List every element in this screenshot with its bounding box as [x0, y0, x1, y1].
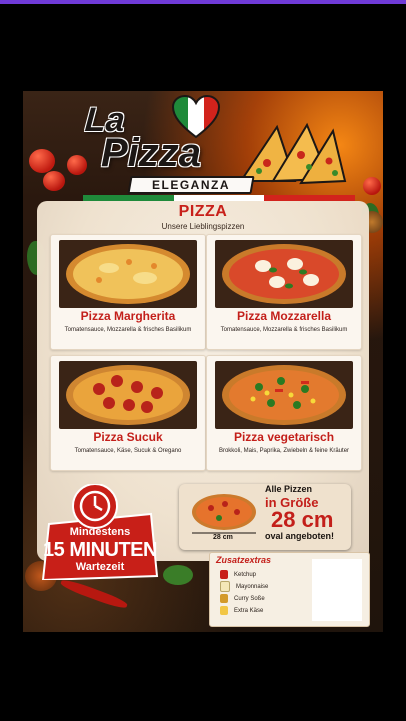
section-subtitle: Unsere Lieblingspizzen — [161, 222, 245, 231]
menu-card[interactable]: Pizza Margherita Tomatensauce, Mozzarell… — [50, 234, 206, 350]
menu-card[interactable]: Pizza vegetarisch Brokkoli, Mais, Paprik… — [206, 355, 362, 471]
waiting-time-badge: Mindestens 15 MINUTEN Wartezeit — [39, 484, 161, 580]
extras-item: Curry Soße — [220, 593, 265, 604]
menu-item-name: Pizza Mozzarella — [236, 309, 332, 323]
logo-banner: ELEGANZA — [127, 176, 255, 194]
oval-pizza-icon — [192, 494, 256, 530]
pizza-image — [59, 361, 197, 429]
extras-item: Extra Käse — [220, 605, 263, 616]
menu-item-description: Brokkoli, Mais, Paprika, Zwiebeln & fein… — [218, 448, 350, 454]
top-accent-border — [0, 0, 406, 4]
pizza-image — [59, 240, 197, 308]
mayonnaise-icon — [220, 581, 230, 592]
price-area-blank — [312, 559, 362, 621]
pizza-image — [215, 361, 353, 429]
curry-sauce-icon — [220, 594, 228, 603]
section-title: PIZZA — [178, 203, 228, 220]
menu-item-description: Tomatensauce, Mozzarella & frisches Basi… — [64, 327, 192, 333]
extras-title: Zusatzextras — [216, 555, 272, 565]
extras-box: Zusatzextras Ketchup Mayonnaise Curry So… — [209, 552, 370, 627]
menu-item-name: Pizza Margherita — [80, 309, 176, 323]
brand-logo: La Pizza ELEGANZA — [77, 95, 367, 202]
timer-line-1: Mindestens — [69, 526, 131, 538]
size-measure-label: 28 cm — [213, 534, 233, 541]
size-line-3: 28 cm — [271, 507, 334, 532]
size-info-box: 28 cm Alle Pizzen in Größe 28 cm oval an… — [179, 484, 351, 550]
menu-poster: La Pizza ELEGANZA PIZZA Unsere Lieblings… — [23, 91, 383, 632]
extras-item: Ketchup — [220, 569, 256, 580]
logo-word-pizza: Pizza — [101, 131, 202, 175]
menu-card[interactable]: Pizza Sucuk Tomatensauce, Käse, Sucuk & … — [50, 355, 206, 471]
pizza-image — [215, 240, 353, 308]
logo-word-eleganza: ELEGANZA — [152, 178, 230, 192]
chili-decoration — [59, 577, 129, 611]
cheese-icon — [220, 606, 228, 615]
menu-item-name: Pizza Sucuk — [93, 430, 163, 444]
size-line-1: Alle Pizzen — [265, 484, 313, 494]
menu-item-description: Tomatensauce, Käse, Sucuk & Oregano — [74, 448, 182, 454]
ketchup-icon — [220, 570, 228, 579]
timer-line-2: 15 MINUTEN — [43, 539, 157, 561]
tomato-decoration — [43, 171, 65, 191]
menu-item-description: Tomatensauce, Mozzarella & frisches Basi… — [220, 327, 348, 333]
timer-line-3: Wartezeit — [75, 561, 125, 573]
basil-decoration — [163, 565, 193, 585]
menu-card[interactable]: Pizza Mozzarella Tomatensauce, Mozzarell… — [206, 234, 362, 350]
tomato-decoration — [29, 149, 55, 173]
size-line-4: oval angeboten! — [265, 531, 335, 541]
italian-flag-stripe — [83, 195, 356, 201]
extras-item: Mayonnaise — [220, 581, 268, 592]
menu-item-name: Pizza vegetarisch — [233, 430, 335, 444]
